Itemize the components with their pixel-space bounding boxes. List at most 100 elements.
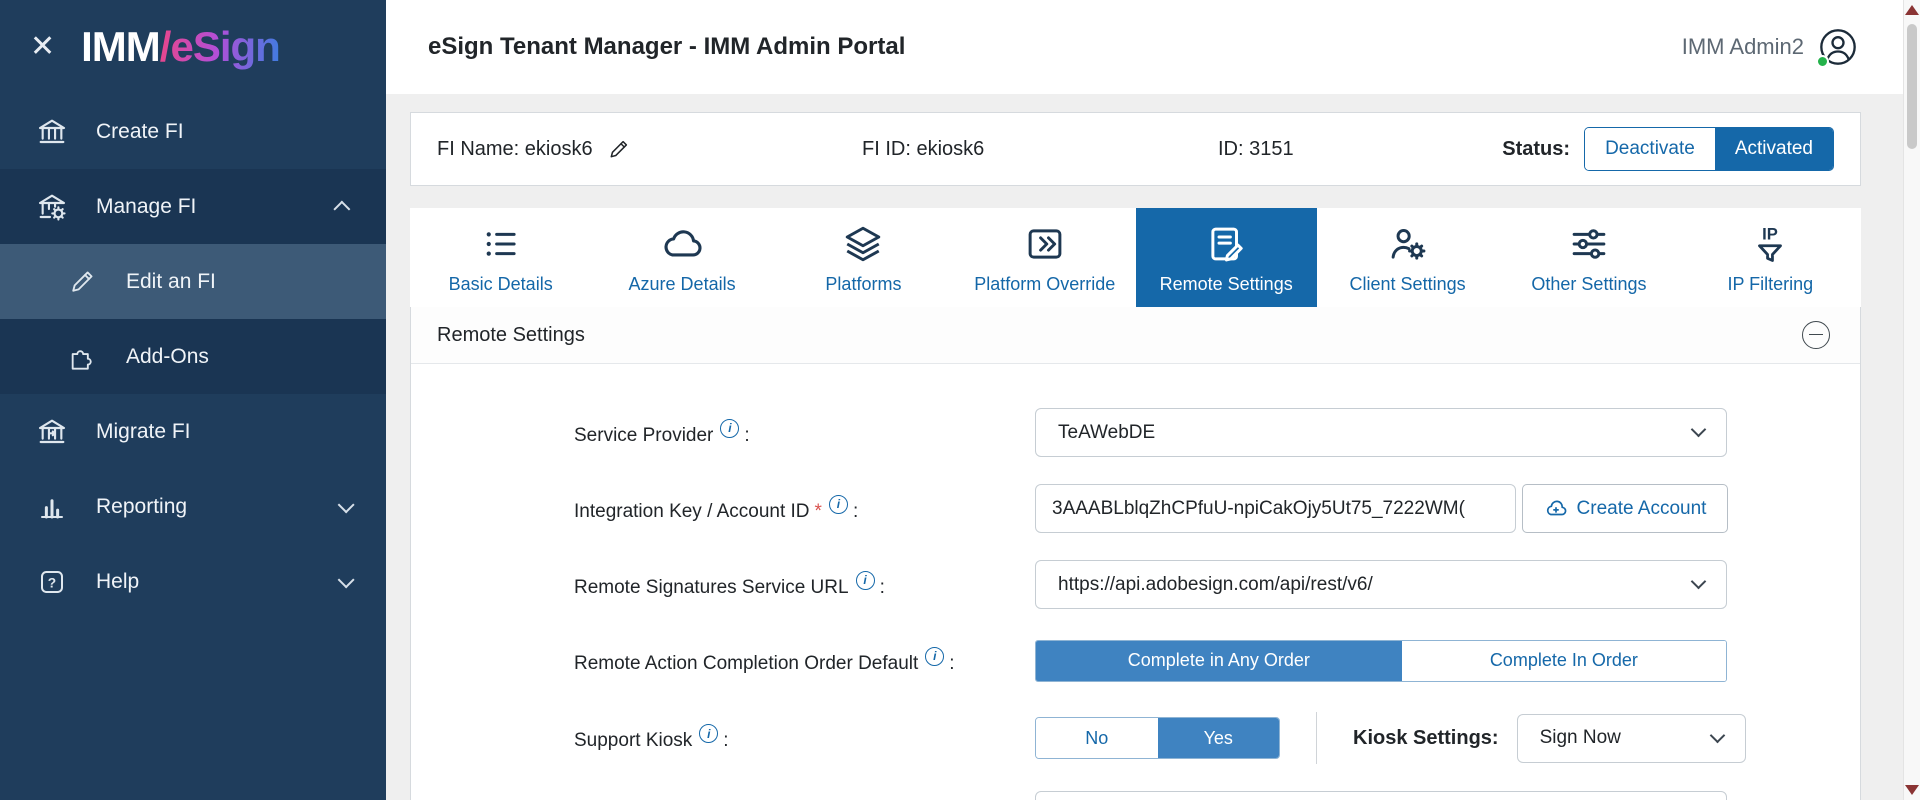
chevron-down-icon xyxy=(1691,422,1707,438)
fi-info-bar: FI Name: ekiosk6 FI ID: ekiosk6 ID: 3151… xyxy=(410,112,1861,186)
close-icon[interactable]: ✕ xyxy=(30,32,55,62)
sidebar-item-label: Migrate FI xyxy=(96,420,191,444)
remote-url-label: Remote Signatures Service URL : xyxy=(574,571,1035,599)
label-text: Remote Action Completion Order Default xyxy=(574,653,918,675)
user-avatar-icon[interactable] xyxy=(1818,27,1858,67)
scrollbar-thumb[interactable] xyxy=(1907,24,1917,149)
completion-order-row: Remote Action Completion Order Default :… xyxy=(574,636,1860,685)
sidebar-menu: Create FI Manage FI xyxy=(0,94,386,619)
remote-url-row: Remote Signatures Service URL : https://… xyxy=(574,560,1860,609)
label-text: Integration Key / Account ID xyxy=(574,501,810,523)
info-icon[interactable] xyxy=(925,647,944,666)
service-provider-select[interactable]: TeAWebDE xyxy=(1035,408,1727,457)
support-kiosk-row: Support Kiosk : No Yes Kiosk Settings: xyxy=(574,712,1860,764)
service-provider-label: Service Provider : xyxy=(574,419,1035,447)
tab-label: IP Filtering xyxy=(1727,274,1813,295)
chevron-down-icon xyxy=(1691,574,1707,590)
tab-label: Client Settings xyxy=(1350,274,1466,295)
tab-platforms[interactable]: Platforms xyxy=(773,208,954,307)
support-kiosk-toggle: No Yes xyxy=(1035,717,1280,759)
online-status-dot xyxy=(1816,55,1829,68)
remote-settings-form: Service Provider : TeAWebDE xyxy=(411,364,1860,800)
status-control: Status: Deactivate Activated xyxy=(1502,127,1834,171)
user-gear-icon xyxy=(1387,221,1429,265)
bank-icon xyxy=(34,116,70,148)
fi-name-text: FI Name: ekiosk6 xyxy=(437,138,593,161)
status-label: Status: xyxy=(1502,138,1570,161)
option-complete-any-order[interactable]: Complete in Any Order xyxy=(1036,641,1402,681)
completion-order-label: Remote Action Completion Order Default : xyxy=(574,647,1035,675)
info-icon[interactable] xyxy=(720,419,739,438)
fi-id-text: FI ID: ekiosk6 xyxy=(862,138,1218,161)
selected-value: https://api.adobesign.com/api/rest/v6/ xyxy=(1058,574,1373,596)
sidebar-item-create-fi[interactable]: Create FI xyxy=(0,94,386,169)
tab-azure-details[interactable]: Azure Details xyxy=(591,208,772,307)
sidebar-item-migrate-fi[interactable]: Migrate FI xyxy=(0,394,386,469)
sidebar: ✕ IMM/eSign Create FI xyxy=(0,0,386,800)
fi-name: FI Name: ekiosk6 xyxy=(437,138,862,161)
kiosk-settings-select[interactable]: Sign Now xyxy=(1517,714,1746,763)
document-edit-icon xyxy=(1205,221,1247,265)
scroll-up-arrow-icon[interactable] xyxy=(1905,5,1919,15)
tab-client-settings[interactable]: Client Settings xyxy=(1317,208,1498,307)
sidebar-item-add-ons[interactable]: Add-Ons xyxy=(0,319,386,394)
tab-ip-filtering[interactable]: IP IP Filtering xyxy=(1680,208,1861,307)
info-icon[interactable] xyxy=(856,571,875,590)
tab-label: Platform Override xyxy=(974,274,1115,295)
tab-other-settings[interactable]: Other Settings xyxy=(1498,208,1679,307)
remote-url-select[interactable]: https://api.adobesign.com/api/rest/v6/ xyxy=(1035,560,1727,609)
logo-esign-text: /eSign xyxy=(160,23,280,70)
sidebar-item-label: Create FI xyxy=(96,120,184,144)
label-text: Support Kiosk xyxy=(574,730,692,752)
cloud-account-icon xyxy=(1544,497,1568,521)
vertical-scrollbar[interactable] xyxy=(1903,0,1920,800)
label-colon: : xyxy=(949,653,954,675)
scroll-down-arrow-icon[interactable] xyxy=(1905,785,1919,795)
sidebar-item-reporting[interactable]: Reporting xyxy=(0,469,386,544)
top-header: eSign Tenant Manager - IMM Admin Portal … xyxy=(386,0,1920,94)
label-colon: : xyxy=(853,501,858,523)
svg-text:?: ? xyxy=(48,575,56,590)
support-kiosk-label: Support Kiosk : xyxy=(574,724,1035,752)
puzzle-icon xyxy=(64,343,100,371)
activated-button[interactable]: Activated xyxy=(1715,128,1833,170)
sidebar-item-help[interactable]: ? Help xyxy=(0,544,386,619)
label-colon: : xyxy=(744,425,749,447)
tab-platform-override[interactable]: Platform Override xyxy=(954,208,1135,307)
chevron-down-icon xyxy=(338,496,355,513)
option-complete-in-order[interactable]: Complete In Order xyxy=(1402,641,1726,681)
sidebar-item-label: Help xyxy=(96,570,139,594)
main-area: eSign Tenant Manager - IMM Admin Portal … xyxy=(386,0,1920,800)
bar-chart-icon xyxy=(34,492,70,522)
tab-label: Platforms xyxy=(825,274,901,295)
edit-fi-name-icon[interactable] xyxy=(607,138,630,161)
sidebar-item-manage-fi[interactable]: Manage FI xyxy=(0,169,386,244)
required-asterisk: * xyxy=(815,501,822,523)
create-account-button[interactable]: Create Account xyxy=(1522,484,1728,533)
app-window: ✕ IMM/eSign Create FI xyxy=(0,0,1920,800)
integration-key-row: Integration Key / Account ID * : xyxy=(574,484,1860,533)
remote-settings-section: Remote Settings Service Provider : xyxy=(410,307,1861,800)
app-logo: IMM/eSign xyxy=(81,23,280,71)
info-icon[interactable] xyxy=(699,724,718,743)
tab-bar: Basic Details Azure Details xyxy=(410,208,1861,307)
sidebar-item-edit-an-fi[interactable]: Edit an FI xyxy=(0,244,386,319)
user-menu[interactable]: IMM Admin2 xyxy=(1682,27,1858,67)
list-icon xyxy=(480,221,522,265)
completion-order-toggle: Complete in Any Order Complete In Order xyxy=(1035,640,1727,682)
tab-basic-details[interactable]: Basic Details xyxy=(410,208,591,307)
option-no[interactable]: No xyxy=(1036,718,1158,758)
deactivate-button[interactable]: Deactivate xyxy=(1585,128,1715,170)
section-title: Remote Settings xyxy=(437,324,585,347)
info-icon[interactable] xyxy=(829,495,848,514)
tab-label: Remote Settings xyxy=(1160,274,1293,295)
sidebar-item-label: Edit an FI xyxy=(126,270,216,294)
integration-key-input[interactable] xyxy=(1035,484,1516,533)
tab-remote-settings[interactable]: Remote Settings xyxy=(1136,208,1317,307)
layers-icon xyxy=(842,221,884,265)
next-field-input-partial[interactable] xyxy=(1035,791,1727,800)
record-id-text: ID: 3151 xyxy=(1218,138,1502,161)
collapse-section-icon[interactable] xyxy=(1802,321,1830,349)
option-yes[interactable]: Yes xyxy=(1158,718,1280,758)
user-name: IMM Admin2 xyxy=(1682,34,1804,60)
